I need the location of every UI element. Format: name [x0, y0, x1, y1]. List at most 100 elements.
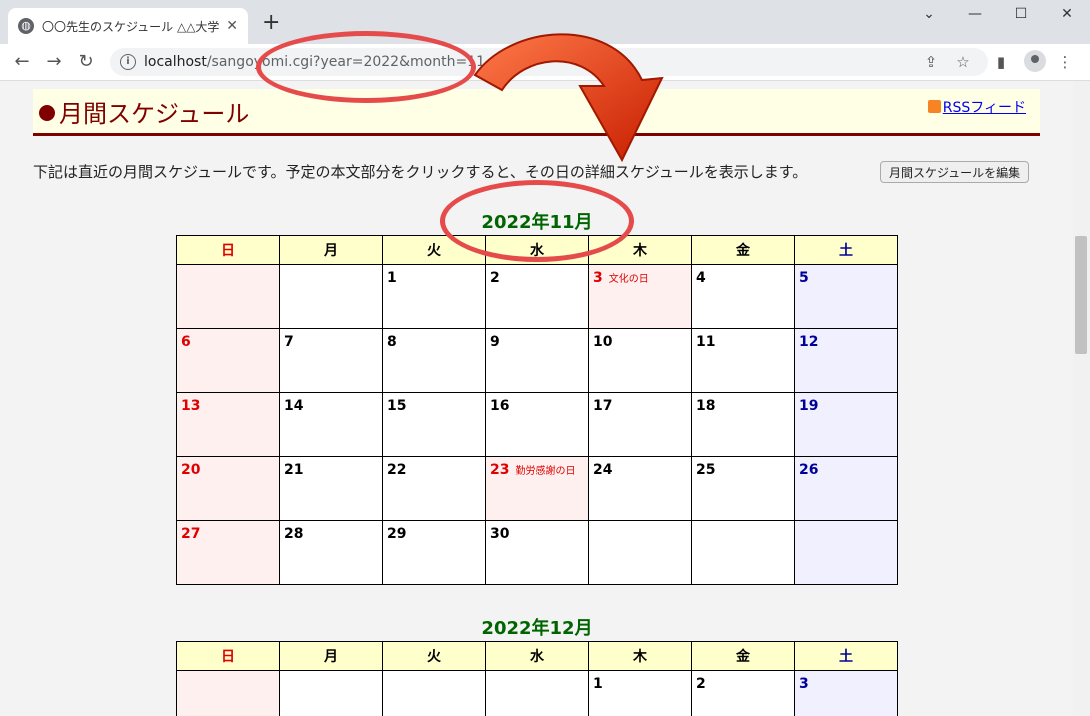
- page-title: 月間スケジュール: [39, 94, 249, 129]
- day-cell[interactable]: 1: [588, 670, 692, 716]
- day-number: 6: [181, 334, 191, 350]
- close-window-button[interactable]: ✕: [1052, 6, 1082, 22]
- day-cell[interactable]: 29: [382, 520, 486, 585]
- rss-link-text: RSSフィード: [942, 100, 1026, 116]
- day-cell[interactable]: 30: [485, 520, 589, 585]
- day-number: 21: [284, 462, 304, 478]
- day-cell: [279, 670, 383, 716]
- day-cell[interactable]: 5: [794, 264, 898, 329]
- reload-icon[interactable]: ↻: [74, 50, 98, 74]
- weekday-header: 月: [279, 235, 383, 265]
- annotation-arrow-icon: [473, 33, 664, 163]
- day-number: 14: [284, 398, 304, 414]
- day-cell[interactable]: 2: [691, 670, 795, 716]
- share-icon[interactable]: ⇪: [920, 51, 942, 73]
- day-number: 27: [181, 526, 201, 542]
- day-number: 17: [593, 398, 613, 414]
- day-cell[interactable]: 3 文化の日: [588, 264, 692, 329]
- tab-close-icon[interactable]: ✕: [226, 18, 238, 34]
- side-panel-icon[interactable]: ▮: [990, 51, 1012, 73]
- day-cell[interactable]: 20: [176, 456, 280, 521]
- bullet-icon: [39, 105, 55, 121]
- scrollbar-track[interactable]: [1073, 81, 1090, 716]
- week-row: 1 2 3 文化の日 4 5: [176, 264, 898, 329]
- day-cell: [176, 264, 280, 329]
- weekday-header: 日: [176, 235, 280, 265]
- day-cell[interactable]: 13: [176, 392, 280, 457]
- day-cell[interactable]: 3: [794, 670, 898, 716]
- day-number: 2: [490, 270, 500, 286]
- day-cell[interactable]: 4: [691, 264, 795, 329]
- day-cell[interactable]: 17: [588, 392, 692, 457]
- day-cell[interactable]: 8: [382, 328, 486, 393]
- rss-link[interactable]: RSSフィード: [927, 97, 1026, 117]
- weekday-header: 金: [691, 641, 795, 671]
- day-number: 3: [799, 676, 809, 692]
- day-cell: [794, 520, 898, 585]
- week-row: 1 2 3: [176, 670, 898, 716]
- day-number: 13: [181, 398, 201, 414]
- day-number: 10: [593, 334, 613, 350]
- weekday-header: 土: [794, 235, 898, 265]
- weekday-header: 日: [176, 641, 280, 671]
- back-icon[interactable]: ←: [10, 50, 34, 74]
- day-number: 5: [799, 270, 809, 286]
- day-cell[interactable]: 23 勤労感謝の日: [485, 456, 589, 521]
- weekday-header: 金: [691, 235, 795, 265]
- site-info-icon[interactable]: i: [120, 54, 136, 70]
- day-number: 8: [387, 334, 397, 350]
- maximize-button[interactable]: ☐: [1006, 6, 1036, 22]
- tab-title: 〇〇先生のスケジュール △△大学☆: [42, 19, 221, 34]
- week-row: 27 28 29 30: [176, 520, 898, 585]
- day-cell[interactable]: 28: [279, 520, 383, 585]
- edit-schedule-button[interactable]: 月間スケジュールを編集: [880, 161, 1030, 183]
- day-cell[interactable]: 21: [279, 456, 383, 521]
- menu-kebab-icon[interactable]: ⋮: [1054, 51, 1076, 73]
- day-cell: [485, 670, 589, 716]
- forward-icon[interactable]: →: [42, 50, 66, 74]
- bookmark-star-icon[interactable]: ☆: [952, 51, 974, 73]
- globe-icon: ◍: [18, 18, 34, 34]
- day-cell[interactable]: 11: [691, 328, 795, 393]
- weekday-header: 土: [794, 641, 898, 671]
- day-cell[interactable]: 19: [794, 392, 898, 457]
- day-number: 18: [696, 398, 716, 414]
- day-cell: [691, 520, 795, 585]
- day-number: 1: [593, 676, 603, 692]
- day-cell: [279, 264, 383, 329]
- day-cell[interactable]: 22: [382, 456, 486, 521]
- day-cell[interactable]: 6: [176, 328, 280, 393]
- day-cell[interactable]: 18: [691, 392, 795, 457]
- tab-search-icon[interactable]: ⌄: [914, 6, 944, 22]
- day-cell[interactable]: 10: [588, 328, 692, 393]
- calendar-table: 日月火水木金土 1 2 3: [176, 641, 898, 716]
- day-cell[interactable]: 1: [382, 264, 486, 329]
- day-cell[interactable]: 26: [794, 456, 898, 521]
- day-cell[interactable]: 16: [485, 392, 589, 457]
- day-number: 23: [490, 462, 510, 478]
- day-number: 4: [696, 270, 706, 286]
- month-title: 2022年12月: [481, 618, 593, 639]
- browser-tab[interactable]: ◍ 〇〇先生のスケジュール △△大学☆ ✕: [8, 8, 248, 44]
- rss-icon: [927, 100, 941, 113]
- scrollbar-thumb[interactable]: [1075, 236, 1087, 354]
- profile-avatar-icon[interactable]: [1024, 50, 1046, 72]
- day-cell[interactable]: 24: [588, 456, 692, 521]
- day-number: 11: [696, 334, 716, 350]
- day-cell[interactable]: 2: [485, 264, 589, 329]
- day-cell[interactable]: 14: [279, 392, 383, 457]
- week-row: 20 21 22 23 勤労感謝の日 24 25 26: [176, 456, 898, 521]
- day-number: 16: [490, 398, 510, 414]
- day-number: 20: [181, 462, 201, 478]
- day-cell[interactable]: 25: [691, 456, 795, 521]
- new-tab-button[interactable]: +: [262, 12, 280, 34]
- day-number: 29: [387, 526, 407, 542]
- day-cell[interactable]: 7: [279, 328, 383, 393]
- day-cell[interactable]: 15: [382, 392, 486, 457]
- day-cell[interactable]: 27: [176, 520, 280, 585]
- minimize-button[interactable]: —: [960, 6, 990, 22]
- url-host: localhost: [144, 54, 207, 70]
- day-cell[interactable]: 12: [794, 328, 898, 393]
- day-cell[interactable]: 9: [485, 328, 589, 393]
- week-row: 6 7 8 9 10 11 12: [176, 328, 898, 393]
